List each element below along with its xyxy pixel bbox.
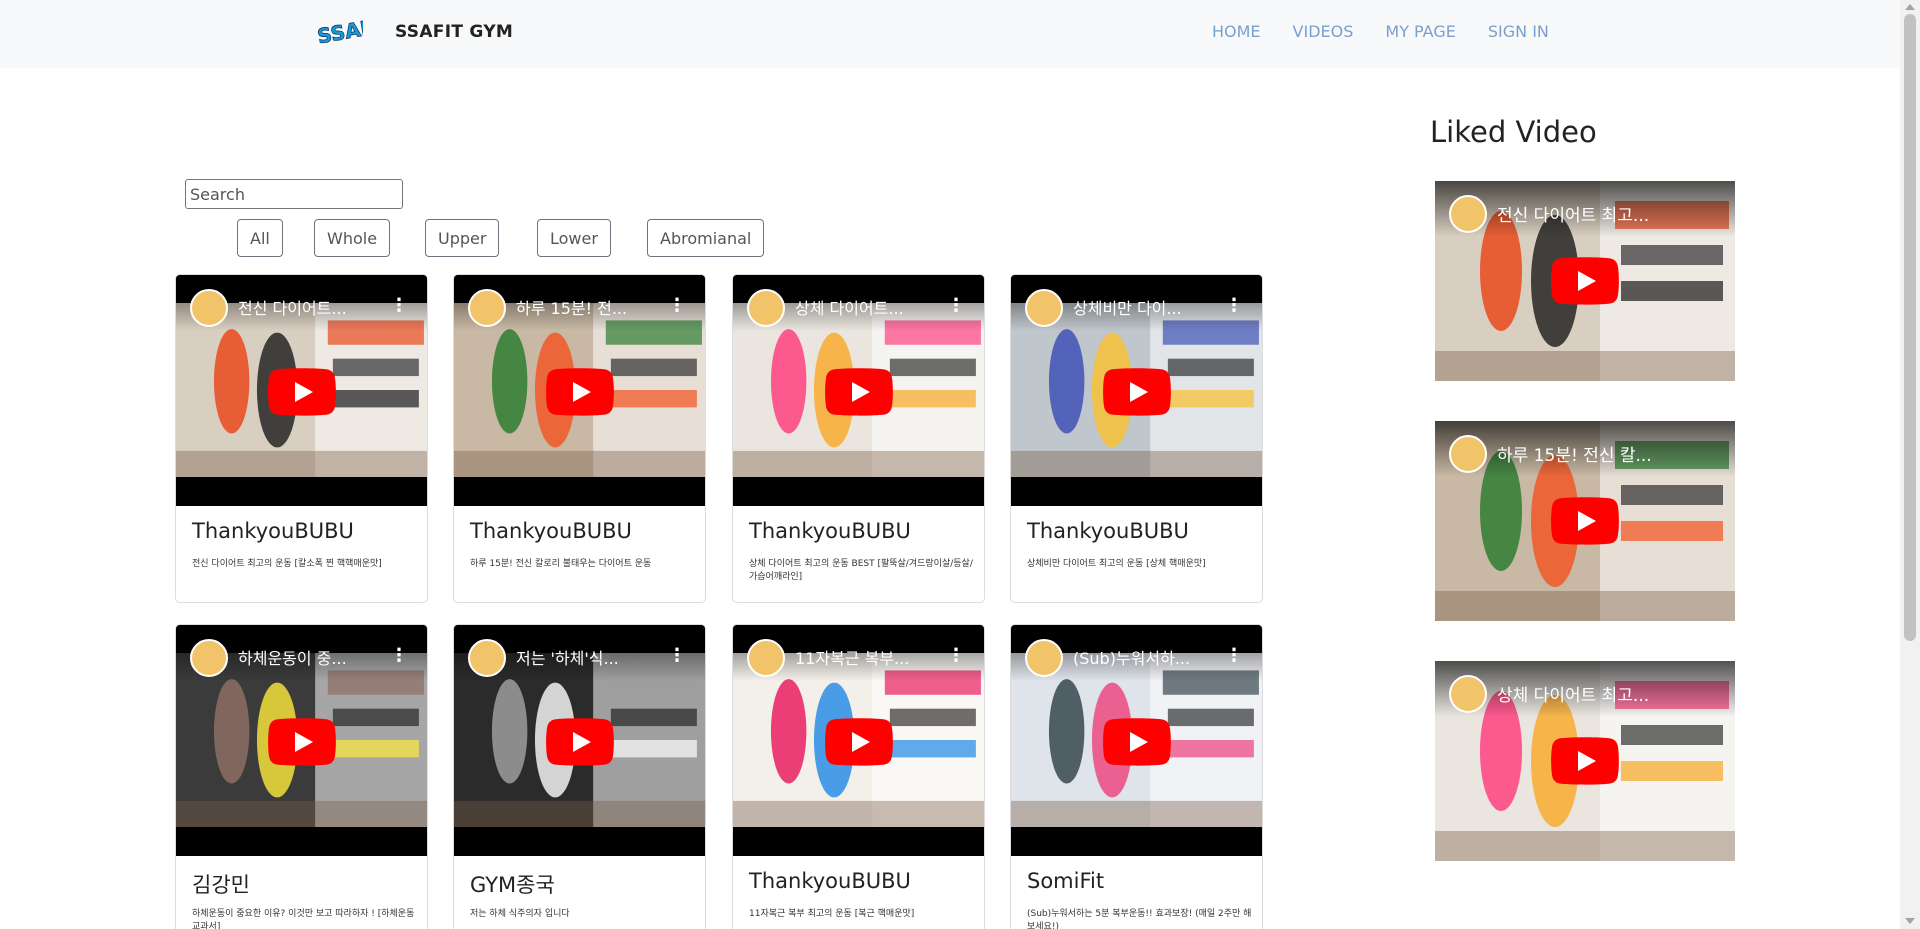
play-icon[interactable] xyxy=(1103,368,1171,416)
play-icon[interactable] xyxy=(1551,257,1619,305)
channel-avatar[interactable] xyxy=(747,639,785,677)
navbar: SSAFY SSAFIT GYM HOME VIDEOS MY PAGE SIG… xyxy=(0,0,1900,68)
video-card[interactable]: 저는 '하체'식... ⋮ GYM종국저는 하체 식주의자 입니다 xyxy=(453,624,706,929)
card-description: 상체비만 다이어트 최고의 운동 [상체 핵매운맛] xyxy=(1027,559,1206,569)
channel-avatar[interactable] xyxy=(1449,435,1487,473)
video-card[interactable]: 상체비만 다이... ⋮ ThankyouBUBU 상체비만 다이어트 최고의 운동 … xyxy=(1010,274,1263,603)
video-card[interactable]: (Sub)누워서하... ⋮ SomiFit (Sub)누워서하는 5분 복부운동!!… xyxy=(1010,624,1263,929)
video-embed[interactable]: 상체비만 다이... ⋮ xyxy=(1011,275,1262,506)
channel-avatar[interactable] xyxy=(747,289,785,327)
play-icon[interactable] xyxy=(268,368,336,416)
video-embed-title[interactable]: (Sub)누워서하... xyxy=(1073,645,1213,669)
more-options-icon[interactable]: ⋮ xyxy=(390,295,408,316)
card-channel-name: ThankyouBUBU xyxy=(749,519,911,543)
video-embed-title[interactable]: 상체비만 다이... xyxy=(1073,295,1213,319)
more-options-icon[interactable]: ⋮ xyxy=(668,295,686,316)
play-icon[interactable] xyxy=(1103,718,1171,766)
play-icon[interactable] xyxy=(1551,497,1619,545)
more-options-icon[interactable]: ⋮ xyxy=(390,645,408,666)
channel-avatar[interactable] xyxy=(1025,289,1063,327)
filter-abromianal-button[interactable]: Abromianal xyxy=(647,219,765,257)
liked-video-title: Liked Video xyxy=(1430,115,1597,149)
video-embed[interactable]: 전신 다이어트... ⋮ xyxy=(176,275,427,506)
filter-lower-button[interactable]: Lower xyxy=(537,219,611,257)
nav-videos[interactable]: VIDEOS xyxy=(1293,22,1354,41)
more-options-icon[interactable]: ⋮ xyxy=(947,645,965,666)
more-options-icon[interactable]: ⋮ xyxy=(1225,295,1243,316)
card-channel-name: ThankyouBUBU xyxy=(470,519,632,543)
channel-avatar[interactable] xyxy=(190,639,228,677)
video-embed-title[interactable]: 하루 15분! 전신 칼... xyxy=(1497,441,1717,466)
video-card[interactable]: 하체운동이 중... ⋮ 김강민하체운동이 중요한 이유? 이것만 보고 따라하자 … xyxy=(175,624,428,929)
play-icon[interactable] xyxy=(825,718,893,766)
video-embed[interactable]: 저는 '하체'식... ⋮ xyxy=(454,625,705,856)
filter-all-button[interactable]: All xyxy=(237,219,283,257)
card-description: 하체운동이 중요한 이유? 이것만 보고 따라하자 ! [하체운동 교과서] xyxy=(192,909,415,929)
channel-avatar[interactable] xyxy=(468,639,506,677)
card-description: (Sub)누워서하는 5분 복부운동!! 효과보장! (매일 2주만 해보세요!… xyxy=(1027,909,1252,929)
channel-avatar[interactable] xyxy=(1449,675,1487,713)
card-channel-name: GYM종국 xyxy=(470,873,555,897)
card-description: 저는 하체 식주의자 입니다 xyxy=(470,909,570,919)
filter-whole-button[interactable]: Whole xyxy=(314,219,391,257)
scrollbar-thumb[interactable] xyxy=(1904,14,1916,641)
scroll-down-arrow-icon[interactable] xyxy=(1905,918,1915,924)
liked-video-embed[interactable]: 하루 15분! 전신 칼... xyxy=(1435,421,1735,621)
video-embed[interactable]: (Sub)누워서하... ⋮ xyxy=(1011,625,1262,856)
more-options-icon[interactable]: ⋮ xyxy=(1225,645,1243,666)
video-card[interactable]: 전신 다이어트... ⋮ ThankyouBUBU 전신 다이어트 최고의 운동 [칼… xyxy=(175,274,428,603)
play-icon[interactable] xyxy=(1551,737,1619,785)
nav-sign-in[interactable]: SIGN IN xyxy=(1488,22,1549,41)
nav-links: HOME VIDEOS MY PAGE SIGN IN xyxy=(1212,22,1581,41)
card-channel-name: ThankyouBUBU xyxy=(749,869,911,893)
ssafy-logo[interactable]: SSAFY xyxy=(313,12,363,52)
channel-avatar[interactable] xyxy=(190,289,228,327)
card-description: 전신 다이어트 최고의 운동 [칼소폭 찐 핵핵매운맛] xyxy=(192,559,382,569)
nav-home[interactable]: HOME xyxy=(1212,22,1261,41)
play-icon[interactable] xyxy=(546,368,614,416)
video-embed[interactable]: 하루 15분! 전... ⋮ xyxy=(454,275,705,506)
more-options-icon[interactable]: ⋮ xyxy=(668,645,686,666)
channel-avatar[interactable] xyxy=(1449,195,1487,233)
search-input[interactable] xyxy=(185,179,403,209)
card-description: 11자복근 복부 최고의 운동 [복근 핵매운맛] xyxy=(749,909,915,919)
play-icon[interactable] xyxy=(546,718,614,766)
video-embed-title[interactable]: 하루 15분! 전... xyxy=(516,295,656,319)
video-embed-title[interactable]: 상체 다이어트... xyxy=(795,295,935,319)
card-description: 하루 15분! 전신 칼로리 불태우는 다이어트 운동 xyxy=(470,559,652,569)
video-embed-title[interactable]: 하체운동이 중... xyxy=(238,645,378,669)
liked-video-embed[interactable]: 전신 다이어트 최고... xyxy=(1435,181,1735,381)
video-card[interactable]: 하루 15분! 전... ⋮ ThankyouBUBU 하루 15분! 전신 칼로리 … xyxy=(453,274,706,603)
card-channel-name: ThankyouBUBU xyxy=(192,519,354,543)
video-embed-title[interactable]: 상체 다이어트 최고... xyxy=(1497,681,1717,706)
brand-title[interactable]: SSAFIT GYM xyxy=(395,22,513,42)
card-channel-name: 김강민 xyxy=(192,873,250,897)
video-embed-title[interactable]: 11자복근 복부... xyxy=(795,645,935,669)
liked-video-embed[interactable]: 상체 다이어트 최고... xyxy=(1435,661,1735,861)
video-embed[interactable]: 상체 다이어트... ⋮ xyxy=(733,275,984,506)
play-icon[interactable] xyxy=(268,718,336,766)
svg-text:SSAFY: SSAFY xyxy=(315,12,363,48)
card-channel-name: ThankyouBUBU xyxy=(1027,519,1189,543)
card-description: 상체 다이어트 최고의 운동 BEST [팔뚝살/겨드랑이살/등살/가슴어깨라인… xyxy=(749,559,973,582)
card-channel-name: SomiFit xyxy=(1027,869,1105,893)
channel-avatar[interactable] xyxy=(468,289,506,327)
video-embed[interactable]: 11자복근 복부... ⋮ xyxy=(733,625,984,856)
video-embed[interactable]: 하체운동이 중... ⋮ xyxy=(176,625,427,856)
video-card[interactable]: 상체 다이어트... ⋮ ThankyouBUBU 상체 다이어트 최고의 운동 BE… xyxy=(732,274,985,603)
filter-upper-button[interactable]: Upper xyxy=(425,219,500,257)
video-card[interactable]: 11자복근 복부... ⋮ ThankyouBUBU 11자복근 복부 최고의 운동 … xyxy=(732,624,985,929)
video-embed-title[interactable]: 전신 다이어트... xyxy=(238,295,378,319)
play-icon[interactable] xyxy=(825,368,893,416)
channel-avatar[interactable] xyxy=(1025,639,1063,677)
video-embed-title[interactable]: 전신 다이어트 최고... xyxy=(1497,201,1717,226)
video-embed-title[interactable]: 저는 '하체'식... xyxy=(516,645,656,669)
nav-my-page[interactable]: MY PAGE xyxy=(1385,22,1455,41)
scroll-up-arrow-icon[interactable] xyxy=(1905,4,1915,10)
more-options-icon[interactable]: ⋮ xyxy=(947,295,965,316)
